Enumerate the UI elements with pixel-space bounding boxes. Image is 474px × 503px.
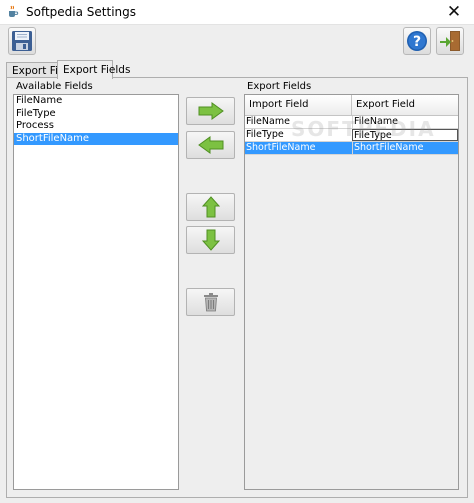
remove-field-button[interactable] [186, 131, 235, 159]
floppy-disk-icon [12, 31, 32, 51]
table-row[interactable]: ShortFileName ShortFileName [245, 142, 458, 155]
exit-button[interactable] [436, 27, 464, 55]
move-up-button[interactable] [186, 193, 235, 221]
import-field-cell[interactable]: ShortFileName [245, 142, 352, 154]
export-fields-table[interactable]: Import Field Export Field FileName FileN… [244, 94, 459, 490]
softpedia-watermark: SOFTPEDIA [291, 117, 436, 141]
exit-door-icon [440, 31, 460, 51]
column-header-export-field[interactable]: Export Field [352, 95, 458, 115]
list-item[interactable]: Process [14, 120, 178, 133]
title-bar: Softpedia Settings ✕ [0, 0, 474, 25]
export-fields-label: Export Fields [247, 81, 312, 92]
arrow-left-icon [197, 136, 223, 154]
delete-field-button[interactable] [186, 288, 235, 316]
export-fields-panel: Available Fields FileName FileType Proce… [6, 77, 468, 498]
trash-icon [203, 293, 218, 312]
window-title: Softpedia Settings [26, 5, 137, 19]
help-button[interactable]: ? [403, 27, 431, 55]
tab-export-fields[interactable]: Export Fields [57, 60, 130, 79]
save-button[interactable] [8, 27, 36, 55]
toolbar: ? [0, 25, 474, 59]
column-header-import-field[interactable]: Import Field [245, 95, 352, 115]
list-item[interactable]: FileType [14, 108, 178, 121]
export-field-cell[interactable]: ShortFileName [352, 142, 458, 154]
close-button[interactable]: ✕ [434, 0, 474, 24]
table-header: Import Field Export Field [245, 95, 458, 116]
tab-export-files[interactable]: Export Files [6, 62, 73, 78]
list-item[interactable]: FileName [14, 95, 178, 108]
arrow-down-icon [201, 229, 220, 251]
svg-text:?: ? [413, 34, 421, 50]
available-fields-list[interactable]: FileName FileType Process ShortFileName [13, 94, 179, 490]
move-down-button[interactable] [186, 226, 235, 254]
help-icon: ? [407, 31, 427, 51]
arrow-right-icon [198, 102, 224, 120]
arrow-up-icon [201, 196, 220, 218]
list-item[interactable]: ShortFileName [14, 132, 178, 145]
available-fields-label: Available Fields [16, 81, 93, 92]
java-cup-icon [9, 5, 19, 17]
add-field-button[interactable] [186, 97, 235, 125]
